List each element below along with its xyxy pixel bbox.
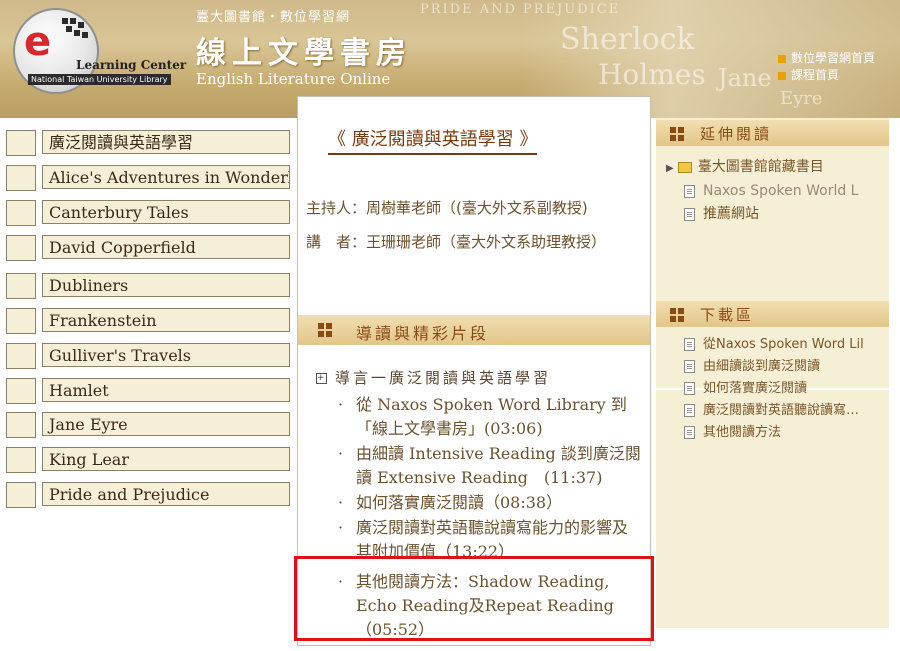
expand-icon[interactable]: + [316, 373, 327, 384]
section-header: 導讀與精彩片段 [298, 315, 650, 345]
nav-item-hamlet[interactable]: Hamlet [6, 378, 292, 404]
nav-label[interactable]: Pride and Prejudice [42, 482, 290, 506]
nav-item-frankenstein[interactable]: Frankenstein [6, 308, 292, 334]
nav-box[interactable] [6, 200, 36, 226]
chapter-link-practice[interactable]: 如何落實廣泛閱讀（08:38） [336, 491, 642, 515]
download-item[interactable]: 廣泛閱讀對英語聽說讀寫… [656, 400, 880, 422]
nav-item-alice[interactable]: Alice's Adventures in Wonderland [6, 165, 292, 191]
course-home-link[interactable]: 課程首頁 [778, 67, 875, 84]
nav-box[interactable] [6, 378, 36, 404]
nav-box[interactable] [6, 482, 36, 508]
document-icon [684, 404, 695, 417]
logo-dots-icon [60, 16, 90, 46]
bullet-square-icon [778, 54, 786, 63]
nav-box[interactable] [6, 235, 36, 261]
bg-word-jane: Jane [718, 64, 772, 92]
nav-item-canterbury[interactable]: Canterbury Tales [6, 200, 292, 226]
nav-item-gullivers-travels[interactable]: Gulliver's Travels [6, 343, 292, 369]
document-icon [684, 382, 695, 395]
nav-item-dubliners[interactable]: Dubliners [6, 273, 292, 299]
section-title: 導讀與精彩片段 [356, 324, 490, 343]
extended-reading-header: 延伸閱讀 [656, 120, 889, 146]
header-breadcrumb: 臺大圖書館・數位學習網 [196, 10, 351, 25]
recommended-sites-link[interactable]: 推薦網站 [664, 203, 888, 226]
nav-label[interactable]: Hamlet [42, 378, 290, 402]
nav-box[interactable] [6, 343, 36, 369]
grid-icon [318, 323, 332, 337]
nav-item-david-copperfield[interactable]: David Copperfield [6, 235, 292, 261]
right-sidebar: 延伸閱讀 ▶ 臺大圖書館館藏書目 Naxos Spoken World L 推薦網… [656, 118, 889, 628]
header-links: 數位學習網首頁 課程首頁 [778, 50, 875, 84]
download-item[interactable]: 由細讀談到廣泛閱讀 [656, 356, 880, 378]
folder-icon [677, 161, 692, 173]
bg-word-sherlock: Sherlock [560, 22, 695, 57]
document-icon [684, 360, 695, 373]
extended-reading-list: ▶ 臺大圖書館館藏書目 Naxos Spoken World L 推薦網站 [664, 156, 888, 226]
chapter-link-intensive[interactable]: 由細讀 Intensive Reading 談到廣泛閱讀 Extensive R… [336, 442, 642, 490]
elearning-home-link[interactable]: 數位學習網首頁 [778, 50, 875, 67]
course-host: 主持人：周樹華老師（(臺大外文系副教授) [306, 199, 588, 217]
nav-label[interactable]: 廣泛閱讀與英語學習 [42, 130, 290, 154]
extended-reading-title: 延伸閱讀 [700, 125, 773, 143]
nav-box[interactable] [6, 447, 36, 473]
logo-label: Learning Center [76, 58, 187, 72]
nav-label[interactable]: Canterbury Tales [42, 200, 290, 224]
download-title: 下載區 [700, 306, 755, 324]
nav-label[interactable]: Dubliners [42, 273, 290, 297]
document-icon [684, 338, 695, 351]
download-item[interactable]: 從Naxos Spoken Word Lil [656, 334, 880, 356]
nav-item-extensive-reading[interactable]: 廣泛閱讀與英語學習 [6, 130, 292, 156]
naxos-link[interactable]: Naxos Spoken World L [664, 180, 888, 203]
nav-label[interactable]: Alice's Adventures in Wonderland [42, 165, 290, 189]
highlight-box [294, 556, 654, 641]
tree-root[interactable]: + 導言一廣泛閱讀與英語學習 [316, 367, 551, 388]
expand-arrow-icon[interactable]: ▶ [666, 157, 674, 180]
nav-box[interactable] [6, 130, 36, 156]
download-header: 下載區 [656, 301, 889, 327]
nav-box[interactable] [6, 273, 36, 299]
grid-icon [670, 308, 684, 322]
bg-word-pride: PRIDE AND PREJUDICE [420, 2, 621, 17]
nav-item-pride-and-prejudice[interactable]: Pride and Prejudice [6, 482, 292, 508]
nav-item-jane-eyre[interactable]: Jane Eyre [6, 412, 292, 438]
nav-box[interactable] [6, 308, 36, 334]
nav-box[interactable] [6, 165, 36, 191]
chapter-link-naxos[interactable]: 從 Naxos Spoken Word Library 到「線上文學書房」(03… [336, 393, 642, 441]
library-label: National Taiwan University Library [28, 74, 171, 85]
nav-label[interactable]: Gulliver's Travels [42, 343, 290, 367]
nav-label[interactable]: Jane Eyre [42, 412, 290, 436]
download-item[interactable]: 如何落實廣泛閱讀 [656, 378, 880, 400]
bg-word-eyre: Eyre [780, 88, 823, 109]
grid-icon [670, 127, 684, 141]
page-title: 線上文學書房 [196, 36, 412, 71]
bullet-square-icon [778, 71, 786, 80]
page-subtitle: English Literature Online [196, 70, 391, 88]
nav-label[interactable]: David Copperfield [42, 235, 290, 259]
course-title: 《 廣泛閱讀與英語學習 》 [328, 125, 538, 155]
bg-word-holmes: Holmes [598, 58, 706, 91]
nav-box[interactable] [6, 412, 36, 438]
download-list: 從Naxos Spoken Word Lil 由細讀談到廣泛閱讀 如何落實廣泛閱… [656, 334, 880, 444]
download-item[interactable]: 其他閱讀方法 [656, 422, 880, 444]
course-speaker: 講 者：王珊珊老師（臺大外文系助理教授） [306, 233, 607, 251]
logo-e-icon: e [24, 19, 52, 65]
nav-label[interactable]: King Lear [42, 447, 290, 471]
document-icon [684, 184, 695, 198]
catalog-link[interactable]: ▶ 臺大圖書館館藏書目 [664, 156, 888, 180]
document-icon [684, 207, 695, 221]
document-icon [684, 426, 695, 439]
nav-label[interactable]: Frankenstein [42, 308, 290, 332]
nav-item-king-lear[interactable]: King Lear [6, 447, 292, 473]
